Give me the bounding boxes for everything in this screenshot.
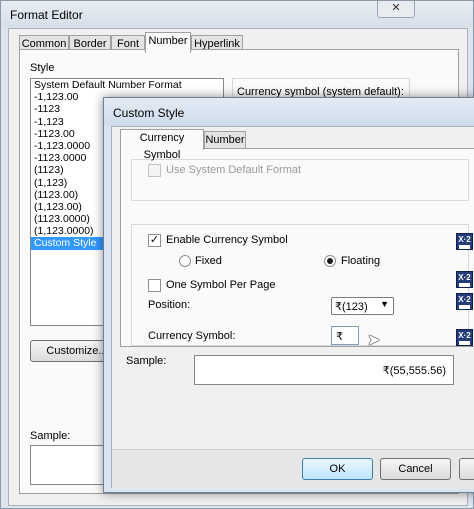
currency-symbol-panel: Use System Default Format ✓ Enable Curre… [120, 148, 474, 349]
currency-symbol-input[interactable]: ₹ [331, 326, 359, 345]
currency-symbol-label: Currency Symbol: [148, 330, 236, 342]
position-label: Position: [148, 299, 191, 311]
formula-icon[interactable]: X·2 [456, 329, 473, 346]
enable-currency-symbol-checkbox[interactable]: ✓ [148, 234, 161, 247]
formula-icon[interactable]: X·2 [456, 233, 473, 250]
floating-label: Floating [341, 255, 381, 267]
use-system-default-label: Use System Default Format [166, 164, 302, 176]
dialog-footer: OK Cancel [112, 449, 474, 489]
tab-currency-symbol[interactable]: Currency Symbol [120, 129, 204, 161]
position-dropdown[interactable]: ₹(123) ▼ [331, 297, 394, 315]
fixed-label: Fixed [195, 255, 222, 267]
chevron-down-icon: ▼ [380, 299, 389, 309]
use-system-default-checkbox[interactable] [148, 164, 161, 177]
custom-style-body: Currency Symbol Number Use System Defaul… [111, 126, 474, 489]
list-item[interactable]: System Default Number Format [31, 79, 223, 91]
sample-label: Sample: [30, 430, 71, 442]
custom-style-dialog: Custom Style Currency Symbol Number Use … [103, 97, 474, 493]
currency-symbol-value: ₹ [336, 331, 343, 343]
tab-number[interactable]: Number [145, 32, 191, 53]
close-icon[interactable]: ✕ [377, 1, 415, 18]
sample-preview: ₹(55,555.56) [194, 355, 454, 385]
partial-button[interactable] [459, 458, 474, 480]
one-symbol-per-page-checkbox[interactable] [148, 279, 161, 292]
mouse-cursor-icon: ➤ [367, 332, 381, 349]
fixed-radio[interactable] [179, 255, 191, 267]
ok-button[interactable]: OK [302, 458, 373, 480]
enable-currency-symbol-label: Enable Currency Symbol [166, 234, 288, 246]
tab-number[interactable]: Number [204, 131, 246, 149]
position-value: ₹(123) [335, 301, 368, 313]
cancel-button[interactable]: Cancel [380, 458, 451, 480]
custom-style-titlebar[interactable]: Custom Style [104, 98, 474, 126]
floating-radio[interactable] [324, 255, 336, 267]
window-title: Format Editor [10, 8, 83, 22]
sample-value: ₹(55,555.56) [382, 365, 446, 377]
dialog-title: Custom Style [113, 106, 185, 120]
formula-icon[interactable]: X·2 [456, 293, 473, 310]
format-editor-titlebar[interactable]: Format Editor ✕ [1, 1, 473, 27]
one-symbol-per-page-label: One Symbol Per Page [166, 279, 276, 291]
formula-icon[interactable]: X·2 [456, 271, 473, 288]
style-label: Style [30, 62, 55, 74]
sample-label: Sample: [126, 355, 167, 367]
